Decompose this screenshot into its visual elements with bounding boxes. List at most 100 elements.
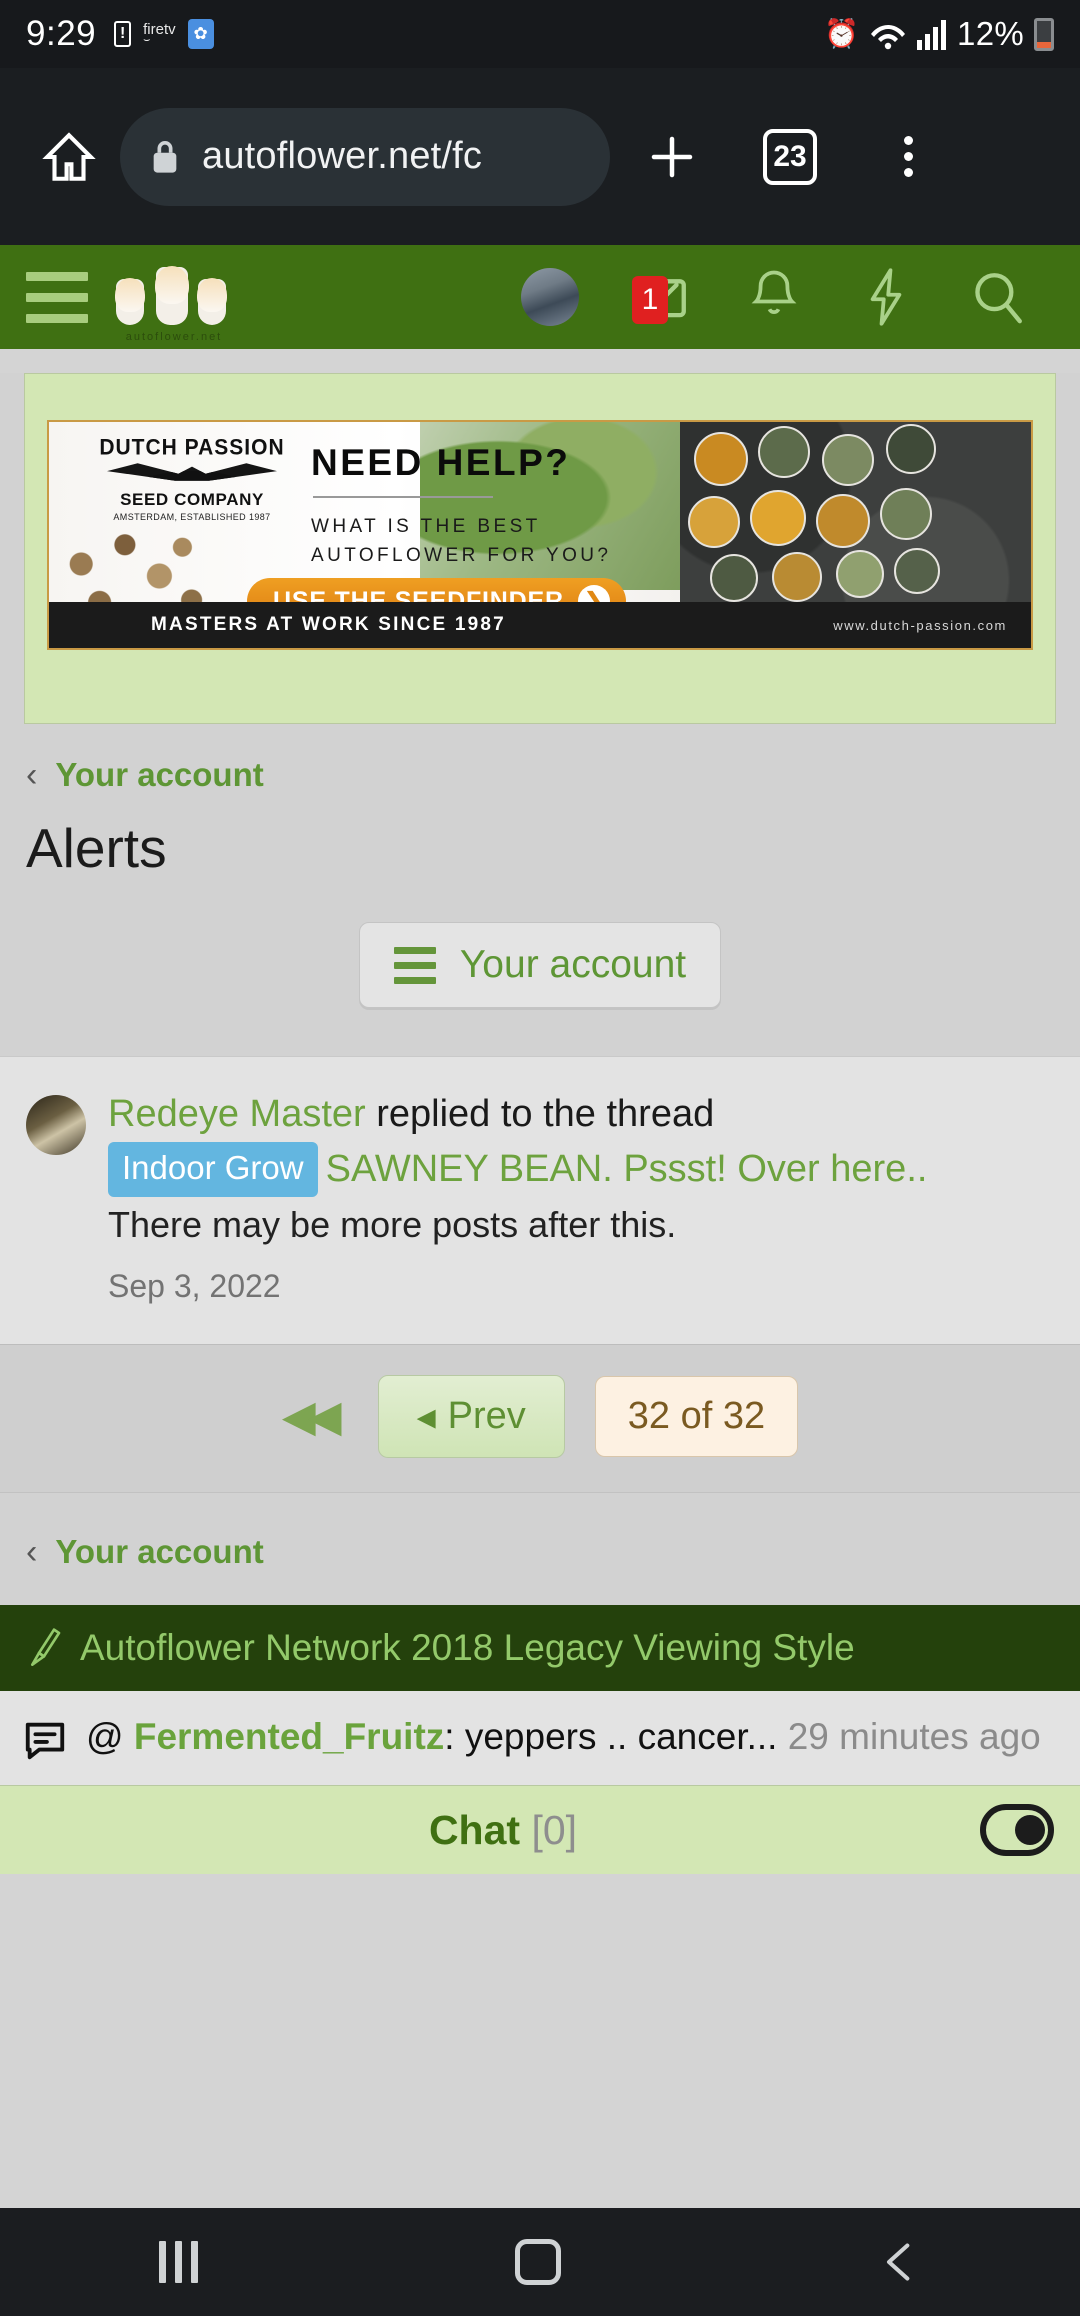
home-icon[interactable]: [514, 2239, 561, 2285]
alarm-icon: ⏰: [824, 18, 860, 49]
chat-toggle[interactable]: [980, 1804, 1054, 1857]
kebab-menu-icon: [903, 136, 913, 177]
status-clock: 9:29: [26, 14, 97, 53]
android-nav-bar: [0, 2208, 1080, 2316]
chat-at-symbol: @: [86, 1715, 134, 1757]
ad-container: DUTCH PASSION SEED COMPANY AMSTERDAM, ES…: [24, 373, 1056, 724]
battery-percent: 12%: [957, 15, 1024, 52]
page-count-indicator[interactable]: 32 of 32: [594, 1375, 799, 1457]
alert-date: Sep 3, 2022: [108, 1268, 281, 1305]
alert-content: Redeye Master replied to the thread Indo…: [108, 1087, 1054, 1310]
recents-icon[interactable]: [158, 2241, 198, 2283]
chat-message: : yeppers .. cancer...: [444, 1715, 788, 1757]
account-button-row: Your account: [0, 880, 1080, 1056]
chat-bar[interactable]: Chat [0]: [0, 1785, 1080, 1875]
ad-footer: MASTERS AT WORK SINCE 1987 www.dutch-pas…: [49, 602, 1031, 648]
thread-prefix-tag[interactable]: Indoor Grow: [108, 1142, 318, 1197]
prev-arrow-icon: ◂: [416, 1395, 436, 1438]
ad-brand-sub2: AMSTERDAM, ESTABLISHED 1987: [113, 512, 271, 522]
breadcrumb-top-label[interactable]: Your account: [55, 756, 263, 794]
product-thumb: [822, 434, 874, 486]
product-thumb: [836, 550, 884, 598]
alert-note: There may be more posts after this.: [108, 1204, 677, 1246]
ad-tagline: MASTERS AT WORK SINCE 1987: [151, 614, 506, 635]
pagination: ◀◀ ◂ Prev 32 of 32: [0, 1344, 1080, 1493]
alert-action: replied to the thread: [365, 1093, 715, 1135]
breadcrumb-bottom-label[interactable]: Your account: [55, 1533, 263, 1571]
style-chooser[interactable]: Autoflower Network 2018 Legacy Viewing S…: [0, 1604, 1080, 1691]
search-button[interactable]: [942, 268, 1054, 326]
alert-thread-title[interactable]: SAWNEY BEAN. Pssst! Over here..: [326, 1148, 928, 1190]
new-tab-button[interactable]: [616, 130, 728, 184]
account-avatar-button[interactable]: [494, 268, 606, 326]
search-icon: [975, 273, 1022, 324]
back-icon[interactable]: [878, 2240, 922, 2284]
product-thumb: [816, 494, 870, 548]
chat-preview-text: @ Fermented_Fruitz: yeppers .. cancer...…: [86, 1711, 1041, 1764]
tab-count: 23: [763, 128, 817, 185]
ad-question: WHAT IS THE BEST AUTOFLOWER FOR YOU?: [311, 512, 611, 571]
lock-icon: [153, 140, 177, 173]
alert-username[interactable]: Redeye Master: [108, 1093, 366, 1135]
battery-icon: [1034, 17, 1054, 51]
ad-brand-name: DUTCH PASSION: [99, 435, 285, 460]
ad-question-line1: WHAT IS THE BEST: [311, 516, 541, 537]
url-bar[interactable]: autoflower.net/fc: [120, 107, 610, 206]
product-thumb: [758, 426, 810, 478]
app-icon: ✿: [187, 19, 214, 49]
home-icon: [42, 131, 96, 181]
browser-menu-button[interactable]: [852, 136, 964, 177]
product-thumb: [886, 424, 936, 474]
paintbrush-icon: [31, 1628, 61, 1666]
ad-headline: NEED HELP?: [311, 442, 571, 483]
product-thumb: [894, 548, 940, 594]
hamburger-icon: [393, 946, 436, 984]
bird-icon: [107, 463, 277, 481]
alerts-button[interactable]: [718, 268, 830, 326]
product-thumb: [688, 496, 740, 548]
prev-page-button[interactable]: ◂ Prev: [377, 1374, 565, 1458]
ad-banner[interactable]: DUTCH PASSION SEED COMPANY AMSTERDAM, ES…: [47, 420, 1033, 650]
alert-line-2: Indoor Grow SAWNEY BEAN. Pssst! Over here…: [108, 1142, 1054, 1197]
chevron-left-icon: ‹: [26, 1532, 38, 1571]
signal-icon: [917, 20, 947, 50]
breadcrumb-top[interactable]: ‹ Your account: [0, 724, 1080, 794]
wifi-icon: [871, 25, 906, 50]
logo-caption: autoflower.net: [125, 331, 223, 343]
browser-home-button[interactable]: [24, 128, 114, 186]
avatar[interactable]: [26, 1095, 86, 1155]
first-page-button[interactable]: ◀◀: [282, 1391, 348, 1442]
inbox-badge: 1: [632, 276, 668, 324]
style-chooser-label: Autoflower Network 2018 Legacy Viewing S…: [80, 1626, 855, 1668]
chat-timestamp: 29 minutes ago: [787, 1715, 1041, 1757]
whats-new-button[interactable]: [830, 268, 942, 326]
your-account-button[interactable]: Your account: [358, 922, 722, 1008]
chat-username[interactable]: Fermented_Fruitz: [134, 1716, 444, 1757]
your-account-label: Your account: [459, 943, 687, 986]
inbox-button[interactable]: 1: [606, 268, 718, 326]
firetv-icon: firetv ⌣: [143, 22, 176, 46]
ad-website: www.dutch-passion.com: [833, 617, 1007, 633]
page-content: DUTCH PASSION SEED COMPANY AMSTERDAM, ES…: [0, 373, 1080, 1875]
page-title: Alerts: [26, 817, 167, 879]
ad-divider: [313, 496, 493, 498]
plus-icon: [651, 136, 693, 177]
logo-shape: [115, 278, 145, 325]
alert-list-item[interactable]: Redeye Master replied to the thread Indo…: [0, 1056, 1080, 1345]
tab-switcher-button[interactable]: 23: [734, 128, 846, 185]
ad-brand-logo: DUTCH PASSION SEED COMPANY AMSTERDAM, ES…: [87, 435, 297, 522]
site-header: autoflower.net 1: [0, 245, 1080, 349]
alert-line-1: Redeye Master replied to the thread: [108, 1087, 1054, 1142]
avatar: [521, 268, 579, 326]
chat-bar-title: Chat [0]: [26, 1807, 980, 1854]
site-header-actions: 1: [494, 268, 1054, 326]
breadcrumb-bottom[interactable]: ‹ Your account: [0, 1493, 1080, 1571]
product-thumb: [750, 490, 806, 546]
ad-brand-sub: SEED COMPANY: [120, 490, 264, 509]
site-menu-button[interactable]: [26, 271, 88, 323]
site-logo[interactable]: autoflower.net: [110, 251, 238, 343]
battery-alert-icon: [114, 21, 132, 47]
chat-preview[interactable]: @ Fermented_Fruitz: yeppers .. cancer...…: [0, 1690, 1080, 1786]
prev-page-label: Prev: [447, 1394, 526, 1437]
